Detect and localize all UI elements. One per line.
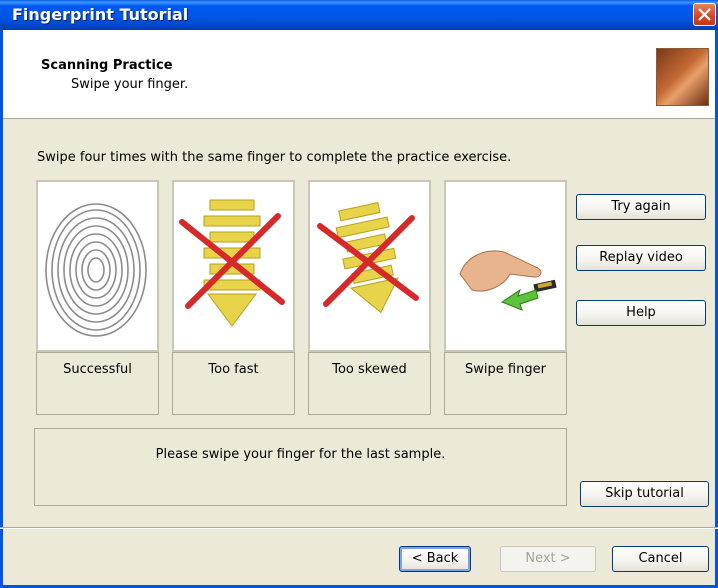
footer-divider bbox=[0, 527, 718, 529]
status-message-box: Please swipe your finger for the last sa… bbox=[34, 428, 567, 506]
instructions-text: Swipe four times with the same finger to… bbox=[37, 150, 512, 165]
too-skewed-panel bbox=[308, 180, 431, 352]
fingerprint-panel bbox=[36, 180, 159, 352]
back-button[interactable]: < Back bbox=[399, 546, 471, 572]
header-subtitle: Swipe your finger. bbox=[71, 77, 189, 92]
close-icon bbox=[698, 8, 711, 21]
caption-too-skewed: Too skewed bbox=[332, 362, 407, 377]
next-button[interactable]: Next > bbox=[500, 546, 596, 572]
status-message: Please swipe your finger for the last sa… bbox=[155, 447, 446, 462]
too-skewed-arrow-x-image bbox=[317, 202, 419, 314]
too-fast-panel bbox=[172, 180, 295, 352]
too-fast-arrow-x-image bbox=[179, 199, 285, 327]
hand-photo-icon bbox=[656, 48, 709, 106]
window-title: Fingerprint Tutorial bbox=[12, 5, 189, 24]
hand-swipe-image bbox=[459, 250, 557, 311]
swipe-finger-panel bbox=[444, 180, 567, 352]
caption-successful: Successful bbox=[63, 362, 132, 377]
close-button[interactable] bbox=[693, 3, 716, 26]
dialog-window: Fingerprint Tutorial Scanning Practice S… bbox=[0, 0, 718, 588]
skip-tutorial-button[interactable]: Skip tutorial bbox=[580, 481, 709, 507]
caption-box: Too skewed bbox=[308, 352, 431, 415]
fingerprint-image bbox=[45, 203, 147, 337]
header-title: Scanning Practice bbox=[41, 58, 173, 73]
caption-swipe-finger: Swipe finger bbox=[465, 362, 546, 377]
cancel-button[interactable]: Cancel bbox=[612, 546, 709, 572]
wizard-header: Scanning Practice Swipe your finger. bbox=[3, 30, 715, 119]
caption-too-fast: Too fast bbox=[208, 362, 259, 377]
caption-box: Too fast bbox=[172, 352, 295, 415]
title-bar[interactable]: Fingerprint Tutorial bbox=[0, 0, 718, 30]
replay-video-button[interactable]: Replay video bbox=[576, 245, 706, 271]
try-again-button[interactable]: Try again bbox=[576, 194, 706, 220]
help-button[interactable]: Help bbox=[576, 300, 706, 326]
caption-box: Successful bbox=[36, 352, 159, 415]
caption-box: Swipe finger bbox=[444, 352, 567, 415]
